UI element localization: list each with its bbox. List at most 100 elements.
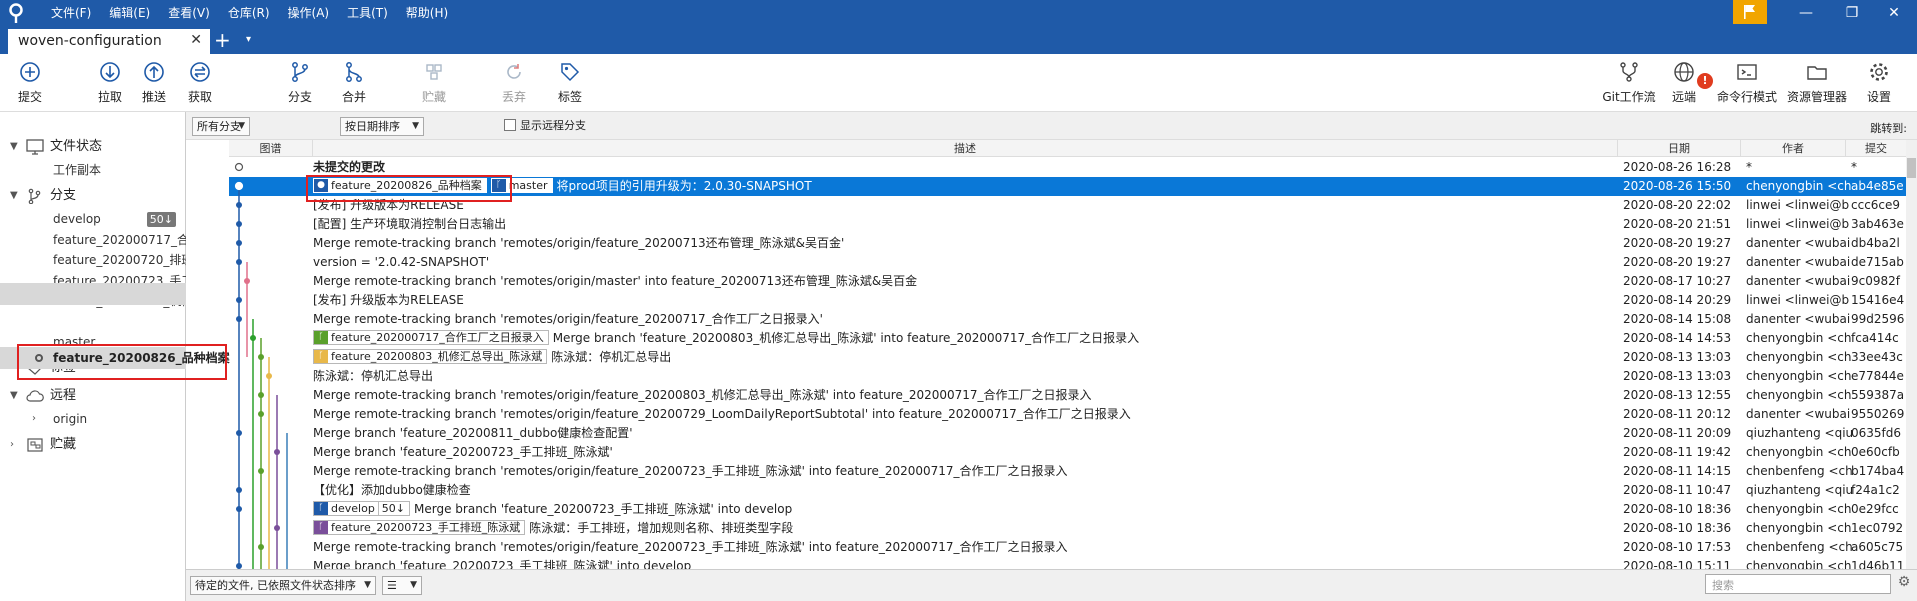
jump-to-label[interactable]: 跳转到:: [1870, 120, 1907, 136]
sidebar-section-file-status[interactable]: ▼ 文件状态: [0, 136, 186, 158]
commit-node[interactable]: [266, 373, 272, 379]
menu-file[interactable]: 文件(F): [42, 0, 100, 26]
column-header-graph[interactable]: 图谱: [229, 140, 313, 157]
commit-node[interactable]: [234, 162, 244, 172]
commit-node[interactable]: [236, 297, 242, 303]
commit-row[interactable]: version = '2.0.42-SNAPSHOT' 2020-08-20 19…: [229, 253, 1906, 272]
merge-button[interactable]: 合并: [326, 58, 382, 108]
commit-row[interactable]: Merge branch 'feature_20200723_手工排班_陈泳斌'…: [229, 557, 1906, 569]
branch-button[interactable]: 分支: [272, 58, 328, 108]
sidebar-section-branches[interactable]: ▼ 分支: [0, 185, 186, 207]
sidebar-branch-develop[interactable]: develop 50↓: [0, 208, 186, 230]
sidebar-branch-item[interactable]: feature_202000717_合作工厂之日报录入: [0, 229, 186, 251]
commit-row[interactable]: ᚴ feature_20200723_手工排班_陈泳斌 陈泳斌：手工排班，增加规则名…: [229, 519, 1906, 538]
sort-order-dropdown[interactable]: 按日期排序 ▼: [340, 117, 424, 136]
commit-row[interactable]: [配置] 生产环境取消控制台日志输出 2020-08-20 21:51 linwei…: [229, 215, 1906, 234]
menu-repository[interactable]: 仓库(R): [219, 0, 279, 26]
commit-button[interactable]: 提交: [2, 58, 58, 108]
expand-chevron-icon[interactable]: ▼: [10, 385, 18, 407]
sidebar-branch-current[interactable]: [0, 283, 186, 305]
commit-node[interactable]: [244, 278, 250, 284]
sidebar-item-working-copy[interactable]: 工作副本: [0, 159, 186, 181]
sidebar-remote-origin[interactable]: › origin: [0, 408, 186, 430]
menu-tools[interactable]: 工具(T): [338, 0, 397, 26]
sidebar-section-stashes[interactable]: › 贮藏: [0, 434, 186, 456]
commit-row[interactable]: 陈泳斌：停机汇总导出 2020-08-13 13:03 chenyongbin <c…: [229, 367, 1906, 386]
tab-repository[interactable]: woven-configuration ✕: [8, 29, 210, 54]
commit-row[interactable]: Merge remote-tracking branch 'remotes/or…: [229, 310, 1906, 329]
sidebar-section-remotes[interactable]: ▼ 远程: [0, 385, 186, 407]
menu-edit[interactable]: 编辑(E): [100, 0, 159, 26]
commit-row[interactable]: ᚴ feature_20200803_机修汇总导出_陈泳斌 陈泳斌：停机汇总导出 20…: [229, 348, 1906, 367]
commit-row[interactable]: Merge remote-tracking branch 'remotes/or…: [229, 272, 1906, 291]
column-header-author[interactable]: 作者: [1741, 140, 1846, 157]
commit-row[interactable]: [发布] 升级版本为RELEASE 2020-08-14 20:29 linwei …: [229, 291, 1906, 310]
commit-node[interactable]: [236, 506, 242, 512]
commit-node[interactable]: [258, 544, 264, 550]
column-header-commit[interactable]: 提交: [1846, 140, 1906, 157]
commit-node[interactable]: [258, 468, 264, 474]
column-header-description[interactable]: 描述: [313, 140, 1618, 157]
branch-filter-dropdown[interactable]: 所有分支 ▼: [192, 117, 250, 136]
search-input[interactable]: 搜索: [1705, 574, 1891, 594]
new-tab-button[interactable]: +: [214, 30, 231, 50]
fetch-button[interactable]: 获取: [172, 58, 228, 108]
chevron-right-icon[interactable]: ›: [32, 408, 36, 430]
tag-button[interactable]: 标签: [542, 58, 598, 108]
scrollbar-thumb[interactable]: [1907, 158, 1916, 178]
commit-row[interactable]: Merge remote-tracking branch 'remotes/or…: [229, 234, 1906, 253]
close-tab-icon[interactable]: ✕: [190, 32, 202, 48]
settings-button[interactable]: 设置: [1852, 58, 1906, 108]
menu-help[interactable]: 帮助(H): [397, 0, 457, 26]
discard-button[interactable]: 丢弃: [486, 58, 542, 108]
branch-label[interactable]: ᚴ feature_20200723_手工排班_陈泳斌: [313, 520, 526, 535]
commit-row[interactable]: ᚴ feature_202000717_合作工厂之日报录入 Merge branch…: [229, 329, 1906, 348]
branch-label[interactable]: ᚴ develop 50↓: [313, 501, 411, 516]
vertical-scrollbar[interactable]: [1906, 140, 1917, 569]
commit-node[interactable]: [236, 240, 242, 246]
commit-node[interactable]: [274, 449, 280, 455]
branch-label[interactable]: ᚴ feature_20200803_机修汇总导出_陈泳斌: [313, 349, 548, 364]
stash-button[interactable]: 贮藏: [406, 58, 462, 108]
pending-files-dropdown[interactable]: 待定的文件, 已依照文件状态排序 ▼: [190, 576, 376, 595]
gear-icon[interactable]: ⚙: [1894, 574, 1914, 594]
commit-row[interactable]: Merge remote-tracking branch 'remotes/or…: [229, 386, 1906, 405]
commit-node[interactable]: [236, 430, 242, 436]
commit-node[interactable]: [236, 259, 242, 265]
commit-node[interactable]: [236, 487, 242, 493]
column-header-date[interactable]: 日期: [1618, 140, 1741, 157]
checkbox-box[interactable]: [504, 119, 516, 131]
git-flow-button[interactable]: Git工作流: [1598, 58, 1660, 108]
commit-node[interactable]: [274, 525, 280, 531]
menu-actions[interactable]: 操作(A): [279, 0, 339, 26]
expand-chevron-icon[interactable]: ▼: [10, 136, 18, 158]
sidebar-branch-item[interactable]: feature_20200720_排班预警_陈泳斌: [0, 249, 186, 271]
commit-row[interactable]: Merge branch 'feature_20200811_dubbo健康检查…: [229, 424, 1906, 443]
commit-row[interactable]: 【优化】添加dubbo健康检查 2020-08-11 10:47 qiuzhante…: [229, 481, 1906, 500]
commit-node[interactable]: [258, 354, 264, 360]
commit-row[interactable]: Merge remote-tracking branch 'remotes/or…: [229, 405, 1906, 424]
branch-label[interactable]: ᚴ feature_202000717_合作工厂之日报录入: [313, 330, 549, 345]
show-remote-branches-checkbox[interactable]: 显示远程分支: [504, 118, 586, 134]
commit-node[interactable]: [250, 335, 256, 341]
commit-row[interactable]: Merge branch 'feature_20200723_手工排班_陈泳斌'…: [229, 443, 1906, 462]
commit-row[interactable]: ᚴ develop 50↓ Merge branch 'feature_2020072…: [229, 500, 1906, 519]
expand-chevron-icon[interactable]: ▼: [10, 185, 18, 207]
commit-node[interactable]: [234, 181, 244, 191]
commit-row[interactable]: Merge remote-tracking branch 'remotes/or…: [229, 538, 1906, 557]
maximize-button[interactable]: ❐: [1829, 0, 1875, 26]
explorer-button[interactable]: 资源管理器: [1784, 58, 1850, 108]
commit-node[interactable]: [236, 202, 242, 208]
view-mode-dropdown[interactable]: ☰ ▼: [382, 576, 422, 595]
commit-node[interactable]: [236, 221, 242, 227]
flag-button[interactable]: [1733, 0, 1767, 24]
minimize-button[interactable]: —: [1783, 0, 1829, 26]
chevron-right-icon[interactable]: ›: [10, 434, 14, 456]
commit-node[interactable]: [236, 316, 242, 322]
menu-view[interactable]: 查看(V): [159, 0, 219, 26]
commit-row[interactable]: Merge remote-tracking branch 'remotes/or…: [229, 462, 1906, 481]
commit-node[interactable]: [258, 392, 264, 398]
commit-node[interactable]: [258, 411, 264, 417]
terminal-button[interactable]: 命令行模式: [1714, 58, 1780, 108]
close-window-button[interactable]: ✕: [1871, 0, 1917, 26]
